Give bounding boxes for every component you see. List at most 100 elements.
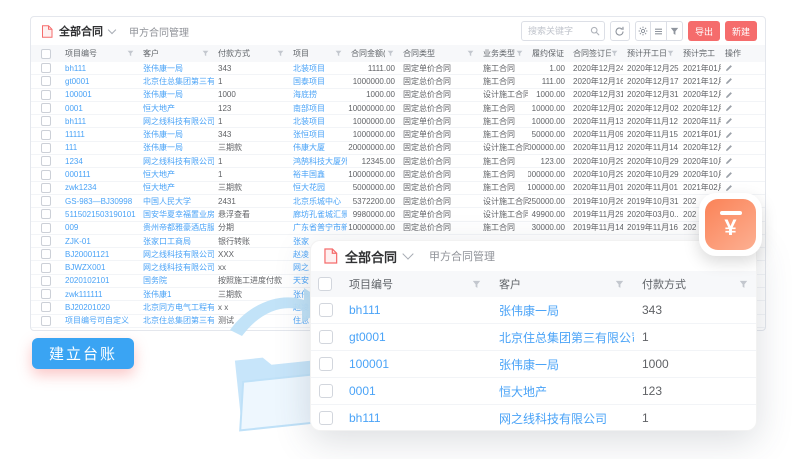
table-cell[interactable]: bh111 (61, 62, 139, 74)
funnel-icon[interactable] (387, 50, 394, 57)
funnel-icon[interactable] (127, 50, 134, 57)
checkbox[interactable] (318, 277, 332, 291)
table-cell[interactable]: 张伟康一局 (491, 351, 634, 377)
chevron-down-icon[interactable] (108, 25, 116, 33)
funnel-icon[interactable] (277, 50, 284, 57)
search-icon[interactable] (590, 26, 600, 36)
table-cell[interactable]: 张伟康一局 (491, 297, 634, 323)
table-cell[interactable]: 恒大地产 (139, 102, 214, 114)
table-cell[interactable]: 北京同方电气工程有限公司 (139, 301, 214, 313)
checkbox[interactable] (41, 103, 51, 113)
checkbox[interactable] (41, 302, 51, 312)
edit-icon[interactable] (725, 77, 733, 85)
table-cell[interactable]: 网之线科技有限公司 (139, 261, 214, 273)
table-cell[interactable]: 网之线科技有限公司 (491, 405, 634, 431)
table-cell[interactable]: gt0001 (341, 324, 491, 350)
table-cell[interactable]: 廊坊孔雀城汇景轩 (289, 208, 347, 220)
table-cell[interactable]: ZJK-01 (61, 235, 139, 247)
table-cell[interactable]: 国安华夏幸福置业房地产... (139, 208, 214, 220)
table-cell[interactable]: 鸿鹄科技大厦外墙施工项目 (289, 155, 347, 167)
edit-icon[interactable] (725, 117, 733, 125)
table-cell[interactable]: 恒大地产 (139, 168, 214, 180)
search-box[interactable] (521, 21, 605, 41)
table-cell[interactable]: 5115021503190101 (61, 208, 139, 220)
refresh-button[interactable] (610, 21, 630, 41)
checkbox[interactable] (41, 156, 51, 166)
table-cell[interactable]: 11111 (61, 128, 139, 140)
checkbox[interactable] (41, 263, 51, 273)
checkbox[interactable] (41, 223, 51, 233)
checkbox[interactable] (41, 76, 51, 86)
checkbox[interactable] (41, 49, 51, 59)
checkbox[interactable] (319, 303, 333, 317)
funnel-icon[interactable] (516, 50, 523, 57)
edit-icon[interactable] (725, 104, 733, 112)
create-ledger-button[interactable]: 建立台账 (32, 338, 134, 369)
table-cell[interactable]: 伟康大厦 (289, 142, 347, 154)
table-cell[interactable]: zwk111111 (61, 288, 139, 300)
table-cell[interactable]: 网之线科技有限公司 (139, 248, 214, 260)
table-cell[interactable]: 网之线科技有限公司 (139, 115, 214, 127)
table-cell[interactable]: 2020102101 (61, 275, 139, 287)
checkbox[interactable] (319, 411, 333, 425)
table-cell[interactable]: 张伟康一局 (139, 142, 214, 154)
table-cell[interactable]: BJ20201020 (61, 301, 139, 313)
edit-icon[interactable] (725, 171, 733, 179)
checkbox[interactable] (41, 316, 51, 326)
funnel-icon[interactable] (467, 50, 474, 57)
checkbox[interactable] (41, 209, 51, 219)
table-cell[interactable]: 恒大花园 (289, 182, 347, 194)
table-cell[interactable]: 北京乐城中心 (289, 195, 347, 207)
checkbox[interactable] (41, 249, 51, 259)
funnel-icon[interactable] (202, 50, 209, 57)
table-cell[interactable]: 张伟康一局 (139, 128, 214, 140)
checkbox[interactable] (41, 63, 51, 73)
table-cell[interactable]: 恒大地产 (139, 182, 214, 194)
checkbox[interactable] (41, 183, 51, 193)
table-cell[interactable]: gt0001 (61, 75, 139, 87)
checkbox[interactable] (41, 90, 51, 100)
table-cell[interactable]: 项目编号可自定义 (61, 315, 139, 327)
checkbox[interactable] (41, 130, 51, 140)
table-cell[interactable]: 张伟康1 (139, 288, 214, 300)
edit-icon[interactable] (725, 144, 733, 152)
table-cell[interactable]: 网之线科技有限公司 (139, 155, 214, 167)
table-cell[interactable]: bh111 (61, 115, 139, 127)
search-input[interactable] (526, 25, 590, 37)
chevron-down-icon[interactable] (402, 248, 413, 259)
checkbox[interactable] (319, 330, 333, 344)
table-cell[interactable]: 000111 (61, 168, 139, 180)
funnel-icon[interactable] (335, 50, 342, 57)
table-cell[interactable]: BJWZX001 (61, 261, 139, 273)
table-cell[interactable]: bh111 (341, 405, 491, 431)
table-cell[interactable]: BJ20001121 (61, 248, 139, 260)
table-cell[interactable]: 0001 (61, 102, 139, 114)
table-cell[interactable]: 广东省普宁市新中医医院... (289, 222, 347, 234)
funnel-icon[interactable] (615, 280, 624, 289)
table-cell[interactable]: 南部项目 (289, 102, 347, 114)
edit-icon[interactable] (725, 184, 733, 192)
currency-fab[interactable]: ¥ (699, 193, 762, 256)
table-cell[interactable]: 北京住总集团第三有限公司 (139, 75, 214, 87)
table-cell[interactable]: zwk1234 (61, 182, 139, 194)
export-button[interactable]: 导出 (688, 21, 720, 41)
table-cell[interactable]: 北装项目 (289, 115, 347, 127)
funnel-icon[interactable] (739, 280, 748, 289)
create-button[interactable]: 新建 (725, 21, 757, 41)
funnel-icon[interactable] (611, 50, 618, 57)
checkbox[interactable] (41, 116, 51, 126)
checkbox[interactable] (41, 170, 51, 180)
edit-icon[interactable] (725, 131, 733, 139)
table-cell[interactable]: 张家口工商局 (139, 235, 214, 247)
edit-icon[interactable] (725, 64, 733, 72)
table-cell[interactable]: 国泰项目 (289, 75, 347, 87)
table-cell[interactable]: 裕丰国鑫 (289, 168, 347, 180)
table-cell[interactable]: 张伟康一局 (139, 62, 214, 74)
checkbox[interactable] (41, 289, 51, 299)
table-cell[interactable]: 1234 (61, 155, 139, 167)
edit-icon[interactable] (725, 91, 733, 99)
filter-button[interactable] (667, 21, 683, 41)
checkbox[interactable] (41, 276, 51, 286)
table-cell[interactable]: 北京住总集团第三有限公司 (491, 324, 634, 350)
table-cell[interactable]: GS-983—BJ30998 (61, 195, 139, 207)
